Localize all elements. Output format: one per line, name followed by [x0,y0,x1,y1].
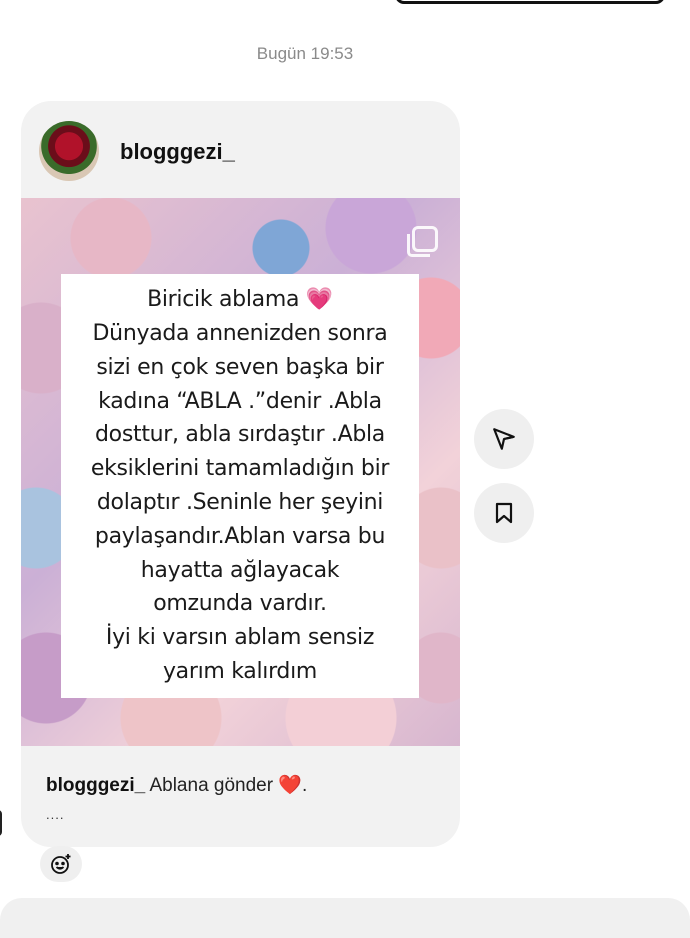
left-edge-indicator [0,810,2,836]
image-text-line: dosttur, abla sırdaştır .Abla [95,422,385,448]
image-text-line: Dünyada annenizden sonra [92,321,388,347]
image-text-line: omzunda vardır. [153,591,327,617]
image-text-line: dolaptır .Seninle her şeyini [96,490,384,515]
image-text-line: Biricik ablama 💗 [147,287,333,313]
avatar[interactable] [39,121,99,181]
image-text-line: sizi en çok seven başka bir [96,354,384,380]
caption-username[interactable]: blogggezi_ [46,775,145,796]
post-image[interactable]: Biricik ablama 💗 Dünyada annenizden sonr… [21,198,460,746]
caption-more[interactable]: .... [46,807,64,822]
image-text-line: eksiklerini tamamladığın bir [90,456,390,482]
image-text-line: İyi ki varsın ablam sensiz [105,625,375,651]
carousel-stack-icon [407,226,438,257]
post-caption: blogggezi_ Ablana gönder ❤️. [46,773,307,797]
shared-post-card[interactable]: blogggezi_ Biricik ablama 💗 Dünyada anne… [21,101,460,847]
bookmark-icon [495,502,513,524]
post-username[interactable]: blogggezi_ [120,139,235,165]
caption-text: Ablana gönder [149,775,274,796]
message-composer-bar[interactable] [0,898,690,938]
image-text-box: Biricik ablama 💗 Dünyada annenizden sonr… [61,274,419,698]
image-text-line: paylaşandır.Ablan varsa bu [94,523,386,549]
save-button[interactable] [474,483,534,543]
heart-icon: ❤️ [278,775,303,796]
top-status-pill: 100 [395,0,665,4]
message-timestamp: Bugün 19:53 [256,44,354,63]
image-text-line: kadına “ABLA .”denir .Abla [98,388,382,414]
send-icon [493,428,515,450]
share-button[interactable] [474,409,534,469]
emoji-add-icon [51,854,71,874]
image-text-line: hayatta ağlayacak [140,557,340,583]
image-text-line: yarım kalırdım [162,658,318,684]
react-button[interactable] [40,846,82,882]
caption-end: . [302,775,308,796]
